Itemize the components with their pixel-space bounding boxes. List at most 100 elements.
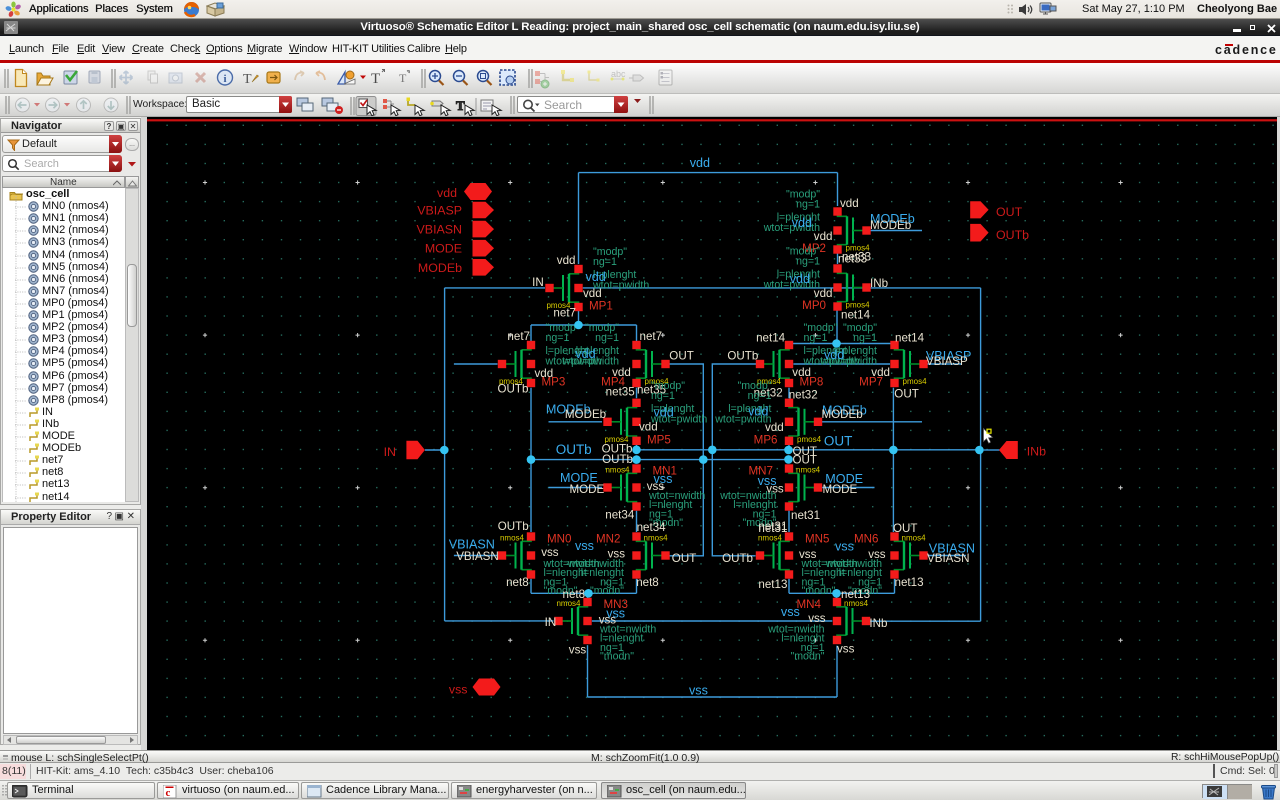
svg-text:nmos4: nmos4 [758,534,783,543]
svg-text:pmos4: pmos4 [903,377,928,386]
svg-text:net13: net13 [895,576,924,589]
svg-text:OUT: OUT [669,350,693,363]
svg-text:net13: net13 [758,578,787,591]
svg-text:pmos4: pmos4 [797,435,822,444]
svg-text:"modn": "modn" [590,585,624,597]
svg-text:MODEb: MODEb [822,408,863,421]
svg-text:OUTb: OUTb [498,520,529,533]
svg-text:MODE: MODE [570,483,605,496]
svg-text:OUTb: OUTb [602,453,633,466]
svg-text:IN: IN [384,445,396,459]
svg-text:IN: IN [532,276,544,289]
svg-text:vdd: vdd [575,347,595,361]
svg-text:MP1: MP1 [589,300,613,313]
svg-text:OUTb: OUTb [727,350,758,363]
svg-text:ng=1: ng=1 [853,332,877,344]
svg-text:vss: vss [449,683,468,697]
svg-text:VBIASN: VBIASN [456,550,499,563]
svg-text:ng=1: ng=1 [796,256,820,268]
svg-text:MN0: MN0 [547,533,571,546]
svg-text:nmos4: nmos4 [644,534,669,543]
svg-text:net33: net33 [842,250,871,263]
svg-text:OUT: OUT [893,522,917,535]
svg-text:MP5: MP5 [647,433,671,446]
svg-text:ng=1: ng=1 [651,390,675,402]
svg-text:vdd: vdd [639,421,658,434]
svg-text:OUT: OUT [824,434,853,449]
svg-text:vdd: vdd [654,406,674,420]
svg-text:MODEb: MODEb [870,219,911,232]
svg-text:vdd: vdd [840,197,859,210]
svg-text:MODE: MODE [425,242,462,256]
svg-text:"modn": "modn" [600,651,634,663]
svg-text:vss: vss [654,472,673,486]
svg-text:ng=1: ng=1 [804,332,828,344]
svg-text:MN4: MN4 [797,598,822,611]
svg-text:VBIASN: VBIASN [449,538,495,552]
svg-text:vdd: vdd [792,216,812,230]
svg-text:net13: net13 [841,588,870,601]
svg-text:OUTb: OUTb [996,228,1029,242]
svg-text:INb: INb [1027,445,1046,459]
svg-text:vdd: vdd [871,366,890,379]
svg-text:net35: net35 [606,386,635,399]
svg-text:vdd: vdd [583,287,602,300]
svg-text:net14: net14 [841,309,871,322]
svg-text:VBIASN: VBIASN [927,552,970,565]
svg-text:net34: net34 [605,508,635,521]
svg-text:vss: vss [808,612,826,625]
svg-text:MODE: MODE [823,483,858,496]
svg-text:vdd: vdd [535,367,554,380]
svg-text:vss: vss [608,548,626,561]
svg-text:VBIASP: VBIASP [926,355,968,368]
svg-text:vdd: vdd [748,405,768,419]
svg-text:ng=1: ng=1 [595,332,619,344]
svg-text:OUTb: OUTb [556,442,592,457]
svg-text:net14: net14 [756,332,786,345]
svg-text:vdd: vdd [814,287,833,300]
svg-text:T: T [243,72,252,87]
svg-text:net14: net14 [895,332,925,345]
svg-text:MN6: MN6 [854,533,878,546]
svg-text:OUTb: OUTb [722,552,753,565]
svg-text:vdd: vdd [792,366,811,379]
svg-text:net34: net34 [637,521,667,534]
svg-text:vdd: vdd [557,254,576,267]
svg-text:vdd: vdd [690,156,710,170]
svg-text:MP6: MP6 [754,433,778,446]
svg-text:INb: INb [870,277,888,290]
svg-text:ng=1: ng=1 [796,199,820,211]
svg-text:vss: vss [781,605,800,619]
svg-text:vdd: vdd [765,421,784,434]
svg-text:net8: net8 [636,576,659,589]
svg-text:vss: vss [569,644,587,657]
svg-text:"modn": "modn" [790,651,824,663]
svg-text:net31: net31 [791,509,820,522]
svg-text:net8: net8 [563,588,586,601]
svg-text:vdd: vdd [814,230,833,243]
svg-text:INb: INb [869,617,887,630]
svg-text:vdd: vdd [824,348,844,362]
svg-text:vss: vss [689,684,708,698]
svg-text:c: c [166,787,171,799]
svg-text:ng=1: ng=1 [593,256,617,268]
svg-text:net7: net7 [553,307,576,320]
svg-text:MODEb: MODEb [565,408,606,421]
svg-text:vss: vss [837,643,855,656]
svg-text:ng=1: ng=1 [546,332,570,344]
svg-text:i: i [223,73,226,85]
svg-text:IN: IN [545,616,557,629]
svg-text:ng=1: ng=1 [748,390,772,402]
svg-text:OUT: OUT [996,205,1023,219]
svg-text:vss: vss [799,548,817,561]
svg-text:OUT: OUT [672,552,696,565]
svg-text:T: T [371,71,380,87]
svg-text:nmos4: nmos4 [796,466,821,475]
svg-text:vss: vss [606,607,625,621]
svg-text:OUT: OUT [894,388,918,401]
svg-text:vss: vss [758,474,777,488]
svg-text:vdd: vdd [586,270,606,284]
svg-text:net8: net8 [506,576,529,589]
svg-text:vss: vss [835,540,854,554]
svg-text:net7: net7 [640,330,663,343]
